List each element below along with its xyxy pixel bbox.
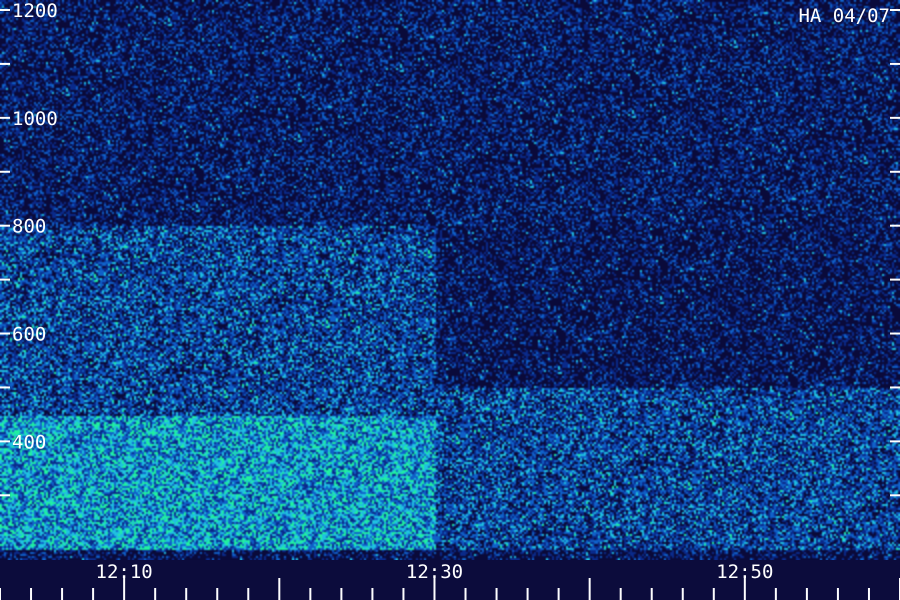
x-tick-label-1230: 12:30	[406, 561, 463, 583]
x-tick-label-1250: 12:50	[716, 561, 773, 583]
y-tick-label-600: 600	[12, 324, 46, 346]
spectrogram-image	[0, 0, 900, 560]
y-tick-label-1200: 1200	[12, 0, 58, 22]
station-label: HA 04/07	[798, 5, 890, 27]
y-tick-label-1000: 1000	[12, 108, 58, 130]
y-tick-label-800: 800	[12, 216, 46, 238]
y-tick-label-400: 400	[12, 431, 46, 453]
spectrogram-chart: 1200 1000 800 600 400 12:10 12:30 12:50 HA 04/0…	[0, 0, 900, 600]
x-tick-label-1210: 12:10	[96, 561, 153, 583]
